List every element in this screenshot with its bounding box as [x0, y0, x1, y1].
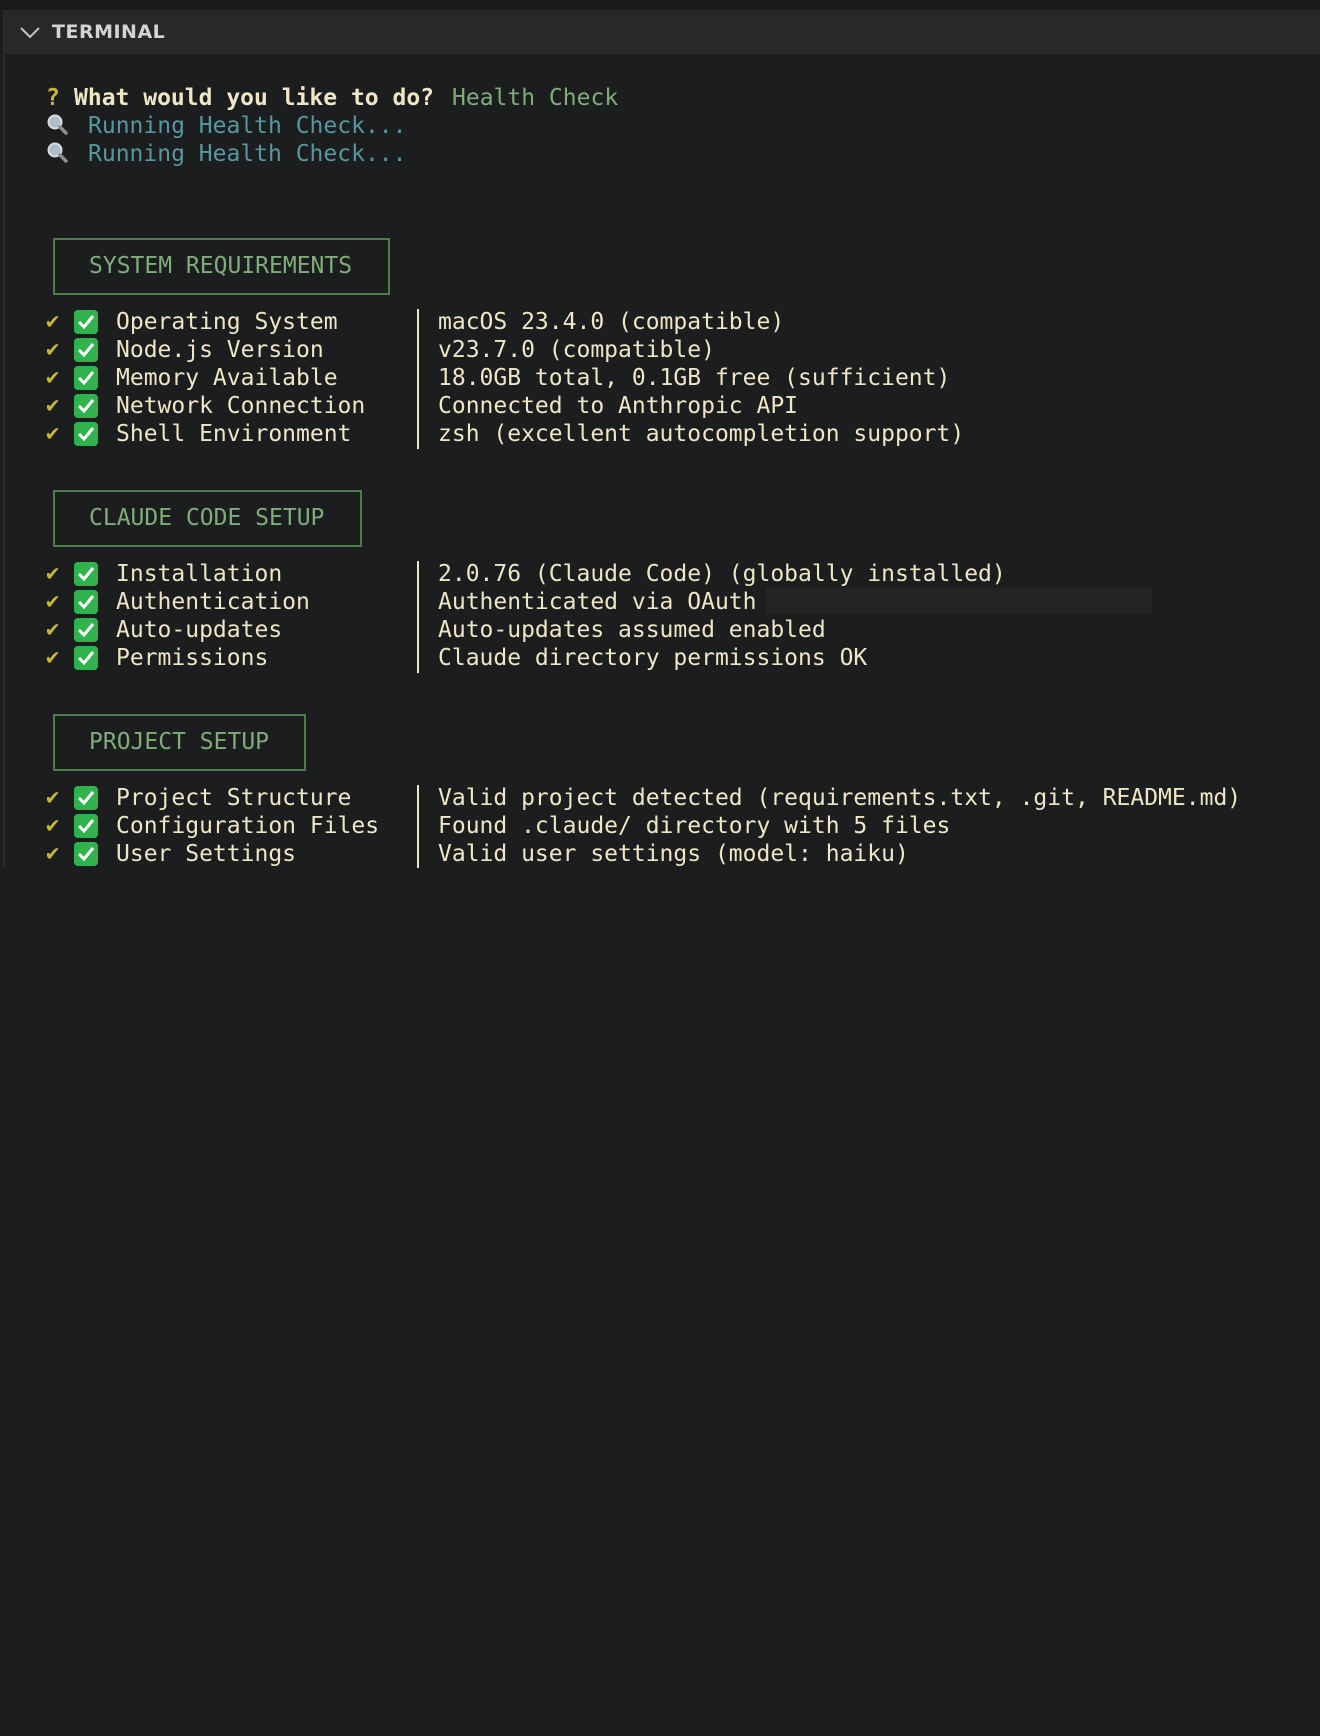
white-check-mark-icon — [74, 646, 98, 670]
row-label: Project Structure — [116, 785, 352, 811]
check-mark: ✔ — [46, 841, 60, 866]
white-check-mark-icon — [74, 422, 98, 446]
check-mark: ✔ — [46, 813, 60, 838]
column-separator — [417, 561, 419, 589]
section-header-system-requirements: SYSTEM REQUIREMENTS — [53, 238, 390, 295]
column-separator — [417, 337, 419, 365]
column-separator — [417, 589, 419, 617]
white-check-mark-icon — [74, 394, 98, 418]
row-value: Found .claude/ directory with 5 files — [438, 813, 951, 839]
check-mark: ✔ — [46, 589, 60, 614]
running-line-1: Running Health Check... — [88, 113, 407, 139]
check-mark: ✔ — [46, 393, 60, 418]
row-label: Node.js Version — [116, 337, 324, 363]
column-separator — [417, 617, 419, 645]
white-check-mark-icon — [74, 562, 98, 586]
row-label: Operating System — [116, 309, 338, 335]
white-check-mark-icon — [74, 338, 98, 362]
section-header-claude-code-setup: CLAUDE CODE SETUP — [53, 490, 362, 547]
column-separator — [417, 785, 419, 813]
check-mark: ✔ — [46, 617, 60, 642]
check-mark: ✔ — [46, 421, 60, 446]
row-value: Claude directory permissions OK — [438, 645, 868, 671]
magnifying-glass-icon — [47, 114, 68, 135]
row-label: User Settings — [116, 841, 297, 867]
row-value: 2.0.76 (Claude Code) (globally installed… — [438, 561, 1006, 587]
check-mark: ✔ — [46, 365, 60, 390]
check-mark: ✔ — [46, 785, 60, 810]
row-label: Installation — [116, 561, 283, 587]
white-check-mark-icon — [74, 618, 98, 642]
section-header-project-setup: PROJECT SETUP — [53, 714, 306, 771]
column-separator — [417, 421, 419, 449]
terminal-output[interactable]: ? What would you like to do? Health Chec… — [0, 0, 1320, 868]
row-label: Authentication — [116, 589, 310, 615]
magnifying-glass-icon — [47, 142, 68, 163]
row-value: Authenticated via OAuth — [438, 589, 757, 615]
white-check-mark-icon — [74, 814, 98, 838]
row-label: Auto-updates — [116, 617, 283, 643]
row-label: Network Connection — [116, 393, 366, 419]
redacted-account-info — [766, 588, 1152, 614]
row-value: 18.0GB total, 0.1GB free (sufficient) — [438, 365, 951, 391]
row-value: Valid project detected (requirements.txt… — [438, 785, 1242, 811]
column-separator — [417, 645, 419, 673]
check-mark: ✔ — [46, 309, 60, 334]
row-label: Shell Environment — [116, 421, 352, 447]
row-value: macOS 23.4.0 (compatible) — [438, 309, 785, 335]
white-check-mark-icon — [74, 786, 98, 810]
column-separator — [417, 813, 419, 841]
running-line-2: Running Health Check... — [88, 141, 407, 167]
white-check-mark-icon — [74, 310, 98, 334]
prompt-answer: Health Check — [452, 85, 619, 111]
column-separator — [417, 365, 419, 393]
column-separator — [417, 393, 419, 421]
prompt-question: What would you like to do? — [74, 85, 435, 111]
row-value: Connected to Anthropic API — [438, 393, 799, 419]
row-value: Valid user settings (model: haiku) — [438, 841, 909, 867]
column-separator — [417, 309, 419, 337]
row-label: Memory Available — [116, 365, 338, 391]
check-mark: ✔ — [46, 645, 60, 670]
check-mark: ✔ — [46, 561, 60, 586]
white-check-mark-icon — [74, 842, 98, 866]
white-check-mark-icon — [74, 590, 98, 614]
row-label: Configuration Files — [116, 813, 380, 839]
row-value: v23.7.0 (compatible) — [438, 337, 715, 363]
row-value: Auto-updates assumed enabled — [438, 617, 826, 643]
white-check-mark-icon — [74, 366, 98, 390]
row-value: zsh (excellent autocompletion support) — [438, 421, 965, 447]
check-mark: ✔ — [46, 337, 60, 362]
column-separator — [417, 841, 419, 868]
prompt-marker: ? — [46, 85, 60, 111]
row-label: Permissions — [116, 645, 269, 671]
